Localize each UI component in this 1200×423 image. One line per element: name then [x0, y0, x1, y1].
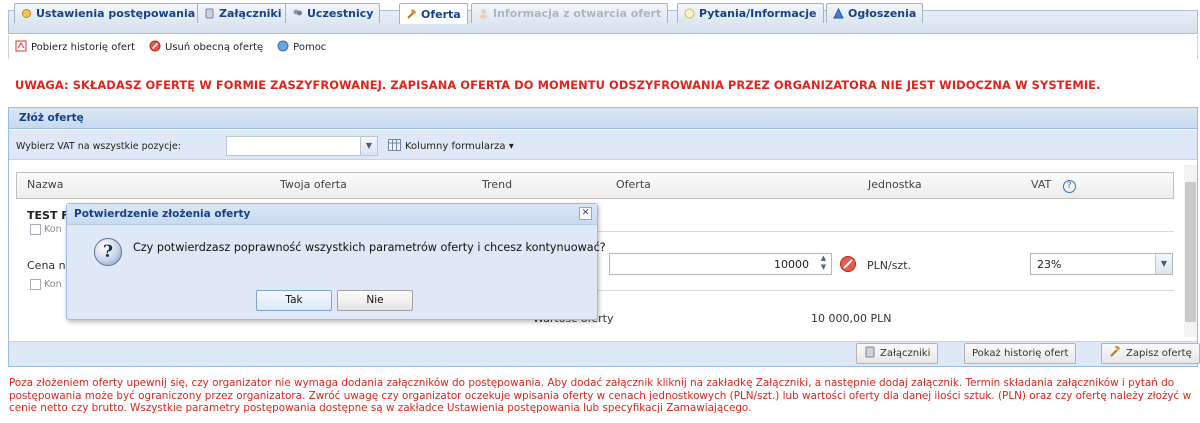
column-name[interactable]: Nazwa — [27, 178, 63, 191]
person-icon — [478, 8, 489, 19]
table-header — [16, 172, 1174, 199]
chevron-down-icon[interactable]: ▼ — [360, 137, 377, 155]
columns-icon — [388, 139, 401, 154]
users-icon — [292, 8, 303, 19]
checkbox[interactable] — [30, 279, 41, 290]
show-history-button[interactable]: Pokaż historię ofert — [964, 343, 1077, 364]
offer-input[interactable]: 10000 — [609, 253, 832, 275]
tab-participants[interactable]: Uczestnicy — [285, 3, 381, 23]
pdf-icon — [15, 40, 27, 55]
gavel-icon — [1109, 344, 1122, 361]
divider — [596, 231, 1174, 232]
tab-questions[interactable]: Pytania/Informacje — [677, 3, 824, 23]
settings-icon — [21, 8, 32, 19]
tab-settings[interactable]: Ustawienia postępowania — [14, 3, 203, 23]
tab-opening-info[interactable]: Informacja z otwarcia ofert — [471, 3, 669, 23]
tab-attachments[interactable]: Załączniki — [197, 3, 289, 23]
dialog-message: Czy potwierdzasz poprawność wszystkich p… — [133, 241, 606, 254]
net-price-label: Cena n — [27, 259, 66, 272]
no-button[interactable]: Nie — [337, 290, 413, 311]
encryption-warning: UWAGA: SKŁADASZ OFERTĘ W FORMIE ZASZYFRO… — [15, 78, 1101, 92]
question-icon: ? — [94, 238, 122, 266]
delete-icon — [149, 40, 161, 55]
column-your-offer[interactable]: Twoja oferta — [280, 178, 347, 191]
help-icon — [277, 40, 289, 55]
total-value: 10 000,00 PLN — [811, 312, 892, 325]
scrollbar-thumb[interactable] — [1185, 182, 1196, 322]
info-notice: Poza złożeniem oferty upewnij się, czy o… — [9, 377, 1192, 414]
clear-value-icon[interactable] — [839, 255, 857, 276]
close-icon[interactable]: ✕ — [579, 207, 592, 220]
save-offer-button[interactable]: Zapisz ofertę — [1101, 343, 1200, 364]
unit-label: PLN/szt. — [867, 259, 912, 272]
vat-all-label: Wybierz VAT na wszystkie pozycje: — [16, 141, 181, 152]
column-offer[interactable]: Oferta — [616, 178, 651, 191]
panel-title: Złóż ofertę — [8, 107, 1198, 129]
column-unit[interactable]: Jednostka — [868, 178, 922, 191]
column-trend[interactable]: Trend — [482, 178, 512, 191]
attachment-icon — [864, 346, 876, 361]
checkbox[interactable] — [30, 224, 41, 235]
vat-all-select[interactable]: ▼ — [226, 136, 378, 156]
vat-select[interactable]: 23% ▼ — [1030, 253, 1173, 275]
column-vat[interactable]: VAT ? — [1031, 178, 1076, 193]
form-columns-button[interactable]: Kolumny formularza ▾ — [388, 139, 514, 154]
download-history-button[interactable]: Pobierz historię ofert — [15, 40, 135, 55]
yes-button[interactable]: Tak — [256, 290, 332, 311]
delete-offer-button[interactable]: Usuń obecną ofertę — [149, 40, 263, 55]
gavel-icon — [406, 8, 417, 20]
tab-announcements[interactable]: Ogłoszenia — [826, 3, 924, 23]
help-button[interactable]: Pomoc — [277, 40, 326, 55]
toolbar: Pobierz historię ofert Usuń obecną ofert… — [8, 35, 1198, 59]
dialog-title: Potwierdzenie złożenia oferty — [74, 208, 251, 220]
attachments-button[interactable]: Załączniki — [856, 343, 939, 364]
attachment-icon — [204, 8, 215, 19]
chevron-down-icon[interactable]: ▼ — [1155, 254, 1172, 274]
checkbox-label: Kon — [44, 224, 62, 235]
announcement-icon — [833, 7, 844, 19]
checkbox-label: Kon — [44, 279, 62, 290]
question-icon — [684, 8, 695, 19]
tab-offer[interactable]: Oferta — [399, 3, 468, 24]
vat-toolbar — [9, 130, 1197, 160]
divider — [596, 290, 1174, 291]
item-group-label: TEST F — [27, 209, 69, 222]
help-icon[interactable]: ? — [1062, 180, 1076, 193]
spinner-icon[interactable]: ▲ ▼ — [816, 254, 831, 274]
